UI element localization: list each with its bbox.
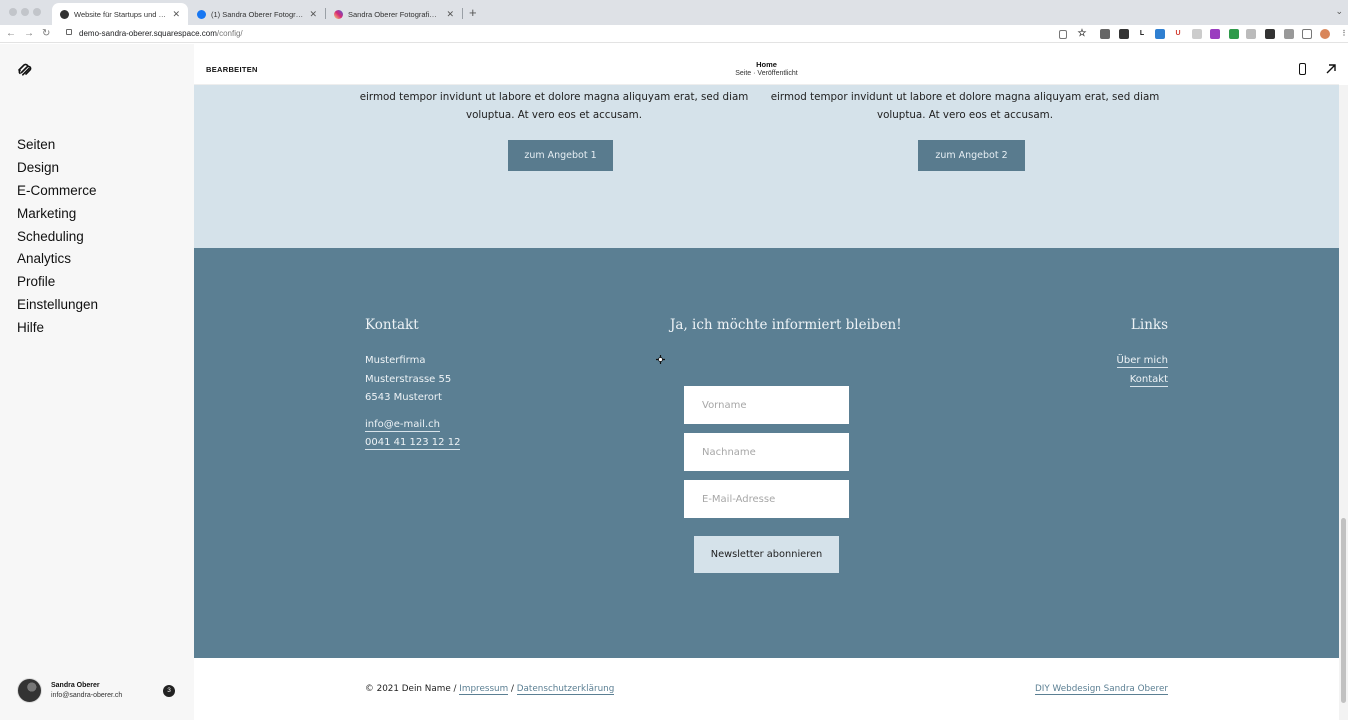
lock-icon: [66, 29, 72, 35]
browser-tab-3[interactable]: Sandra Oberer Fotografie (@sandra.oberer…: [326, 3, 462, 25]
url-field[interactable]: demo-sandra-oberer.squarespace.com/confi…: [79, 28, 243, 40]
share-icon[interactable]: [1059, 30, 1067, 39]
back-arrow-icon[interactable]: ←: [6, 26, 16, 42]
tab-title: (1) Sandra Oberer Fotografie | Facebook: [211, 9, 303, 19]
sidebar-item-design[interactable]: Design: [17, 159, 59, 177]
blue-extension-icon[interactable]: [1155, 29, 1165, 39]
separator: /: [453, 684, 457, 694]
profile-avatar-icon[interactable]: [1320, 29, 1330, 39]
subscribe-button[interactable]: Newsletter abonnieren: [694, 536, 839, 573]
tab-title: Sandra Oberer Fotografie (@sandra.oberer…: [348, 9, 440, 19]
tab-list-chevron-icon[interactable]: ⌄: [1335, 6, 1343, 17]
sidebar-toggle-icon[interactable]: [1302, 29, 1312, 39]
sidebar-item-profile[interactable]: Profile: [17, 273, 55, 291]
email-input[interactable]: [684, 480, 849, 518]
offers-section: eirmod tempor invidunt ut labore et dolo…: [194, 85, 1339, 248]
u-extension-icon[interactable]: U: [1173, 29, 1183, 39]
credit-link[interactable]: DIY Webdesign Sandra Oberer: [1034, 684, 1168, 695]
instagram-favicon-icon: [334, 9, 343, 19]
page-title: Home: [756, 60, 777, 69]
last-name-input[interactable]: [684, 433, 849, 471]
window-zoom-dot[interactable]: [33, 8, 41, 16]
impressum-link[interactable]: Impressum: [459, 684, 509, 695]
browser-address-bar: ← → ↻ demo-sandra-oberer.squarespace.com…: [0, 25, 1348, 43]
purple-extension-icon[interactable]: [1210, 29, 1220, 39]
camera-extension-icon[interactable]: [1100, 29, 1110, 39]
contact-heading: Kontakt: [365, 317, 419, 333]
sidebar-item-scheduling[interactable]: Scheduling: [17, 228, 84, 246]
squarespace-sidebar: Seiten Design E-Commerce Marketing Sched…: [0, 44, 194, 720]
page-status: Seite · Veröffentlicht: [735, 70, 798, 77]
copyright-text: © 2021 Dein Name: [365, 684, 451, 694]
squarespace-logo-icon[interactable]: [17, 63, 33, 77]
newsletter-heading: Ja, ich möchte informiert bleiben!: [670, 317, 902, 333]
browser-tab-1[interactable]: Website für Startups und KMU ✕: [52, 3, 188, 25]
l-extension-icon[interactable]: L: [1137, 29, 1147, 39]
tab-title: Website für Startups und KMU: [74, 9, 167, 19]
fullscreen-arrow-icon[interactable]: [1325, 63, 1337, 75]
offer-1-button[interactable]: zum Angebot 1: [508, 140, 613, 171]
city-address: 6543 Musterort: [365, 392, 442, 403]
tab-separator: [462, 8, 463, 19]
pen-extension-icon[interactable]: [1119, 29, 1129, 39]
link-contact[interactable]: Kontakt: [1129, 374, 1168, 387]
browser-tab-2[interactable]: (1) Sandra Oberer Fotografie | Facebook …: [189, 3, 325, 25]
footer-section: Kontakt Musterfirma Musterstrasse 55 654…: [194, 248, 1339, 658]
user-email: info@sandra-oberer.ch: [51, 692, 123, 699]
bookmark-star-icon[interactable]: ☆: [1077, 29, 1087, 39]
link-about-me[interactable]: Über mich: [1116, 355, 1168, 368]
first-name-input[interactable]: [684, 386, 849, 424]
offer-1-text: eirmod tempor invidunt ut labore et dolo…: [359, 91, 749, 121]
privacy-link[interactable]: Datenschutzerklärung: [516, 684, 615, 695]
forward-arrow-icon[interactable]: →: [24, 26, 34, 42]
more-menu-icon[interactable]: ⋮: [1339, 29, 1348, 39]
separator: /: [511, 684, 514, 694]
bottom-bar: © 2021 Dein Name / Impressum / Datenschu…: [194, 658, 1339, 720]
url-path: /config/: [216, 29, 243, 38]
user-name[interactable]: Sandra Oberer: [51, 682, 100, 689]
sidebar-item-einstellungen[interactable]: Einstellungen: [17, 296, 98, 314]
url-host: demo-sandra-oberer.squarespace.com: [79, 29, 217, 38]
grid-extension-icon[interactable]: [1192, 29, 1202, 39]
facebook-favicon-icon: [197, 9, 206, 19]
scrollbar-thumb[interactable]: [1341, 518, 1346, 703]
credit-line: DIY Webdesign Sandra Oberer: [1034, 684, 1168, 695]
links-heading: Links: [1130, 317, 1168, 333]
close-icon[interactable]: ✕: [446, 9, 454, 20]
translate-extension-icon[interactable]: [1246, 29, 1256, 39]
phone-link[interactable]: 0041 41 123 12 12: [365, 437, 461, 450]
green-extension-icon[interactable]: [1229, 29, 1239, 39]
squarespace-favicon-icon: [60, 9, 69, 19]
move-cursor-icon: [656, 355, 665, 364]
sidebar-item-seiten[interactable]: Seiten: [17, 136, 55, 154]
close-icon[interactable]: ✕: [172, 9, 180, 20]
close-icon[interactable]: ✕: [309, 9, 317, 20]
street-address: Musterstrasse 55: [365, 374, 452, 385]
avatar[interactable]: [17, 678, 42, 703]
editor-header: BEARBEITEN Home Seite · Veröffentlicht: [194, 54, 1339, 85]
reload-icon[interactable]: ↻: [42, 26, 50, 42]
apps-grid-icon[interactable]: [1265, 29, 1275, 39]
copyright-line: © 2021 Dein Name / Impressum / Datenschu…: [365, 684, 615, 695]
sidebar-item-analytics[interactable]: Analytics: [17, 250, 71, 268]
sidebar-item-marketing[interactable]: Marketing: [17, 205, 76, 223]
notification-badge[interactable]: 3: [163, 685, 175, 697]
sidebar-item-hilfe[interactable]: Hilfe: [17, 319, 44, 337]
window-close-dot[interactable]: [9, 8, 17, 16]
browser-tab-bar: Website für Startups und KMU ✕ (1) Sandr…: [0, 0, 1348, 25]
company-name: Musterfirma: [365, 355, 426, 366]
mobile-preview-icon[interactable]: [1299, 63, 1306, 75]
offer-2-button[interactable]: zum Angebot 2: [918, 140, 1025, 171]
puzzle-extension-icon[interactable]: [1284, 29, 1294, 39]
window-minimize-dot[interactable]: [21, 8, 29, 16]
new-tab-button[interactable]: +: [469, 5, 477, 21]
sidebar-item-e-commerce[interactable]: E-Commerce: [17, 182, 97, 200]
offer-2-text: eirmod tempor invidunt ut labore et dolo…: [770, 91, 1160, 121]
email-link[interactable]: info@e-mail.ch: [365, 419, 440, 432]
